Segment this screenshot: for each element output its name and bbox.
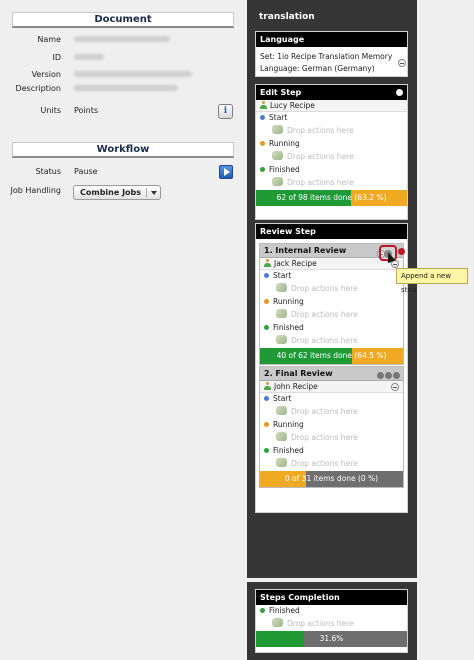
id-value-blurred [74,54,104,60]
name-value-blurred [74,36,170,42]
workflow-header: Workflow [12,142,234,158]
review-step-header: Review Step [256,224,407,239]
internal-running-row: Running [260,296,403,308]
translation-title: translation [259,12,315,22]
final-finished-row: Finished [260,445,403,457]
running-status-icon [264,299,269,304]
internal-review-substep: 1. Internal Review Jack Recipe Start Dro… [259,243,404,365]
running-status-icon [260,141,265,146]
drop-hand-icon [272,151,283,160]
tm-set-line: Set: 1io Recipe Translation Memory [260,52,393,61]
drop-hand-icon [276,458,287,467]
steps-completion-block: Steps Completion Finished Drop actions h… [255,589,408,653]
steps-completion-progress: 31.6% [256,631,407,647]
chevron-down-icon [151,191,157,195]
running-status-icon [264,422,269,427]
chevron-down-icon[interactable] [398,248,405,255]
panel-separator [247,578,417,582]
edit-start-drop-zone[interactable]: Drop actions here [256,124,407,138]
final-start-drop-zone[interactable]: Drop actions here [260,405,403,419]
drop-hand-icon [276,335,287,344]
language-remove-icon[interactable] [398,59,406,67]
edit-step-block: Edit Step Lucy Recipe Start Drop actions… [255,84,408,220]
finished-status-icon [264,325,269,330]
language-block: Language Set: 1io Recipe Translation Mem… [255,31,408,77]
description-value-blurred [74,85,178,91]
drop-hand-icon [276,406,287,415]
finished-status-icon [264,448,269,453]
edit-running-row: Running [256,138,407,150]
edit-finished-row: Finished [256,164,407,176]
internal-finished-drop-zone[interactable]: Drop actions here [260,334,403,348]
finished-status-icon [260,167,265,172]
version-label: Version [31,70,61,79]
job-handling-value: Combine Jobs [80,188,142,197]
internal-review-progress: 40 of 62 items done (64.5 %) [260,348,403,364]
drop-hand-icon [276,309,287,318]
document-header: Document [12,12,234,28]
edit-step-user-row: Lucy Recipe [256,100,407,112]
info-button[interactable]: i [218,104,233,119]
edit-finished-drop-zone[interactable]: Drop actions here [256,176,407,190]
units-value: Points [74,106,99,115]
internal-running-drop-zone[interactable]: Drop actions here [260,308,403,322]
final-user-row: John Recipe [260,381,403,393]
job-handling-select[interactable]: Combine Jobs [73,185,161,200]
append-step-icon[interactable] [385,372,392,379]
play-button[interactable] [219,165,233,179]
name-label: Name [37,35,61,44]
finished-status-icon [260,608,265,613]
version-value-blurred [74,71,192,77]
drop-hand-icon [272,618,283,627]
start-status-icon [264,273,269,278]
description-label: Description [15,84,61,93]
status-value: Pause [74,167,98,176]
add-step-icon[interactable] [396,89,403,96]
language-header: Language [256,32,407,47]
final-review-progress: 0 of 31 items done (0 %) [260,471,403,487]
internal-start-row: Start [260,270,403,282]
edit-start-row: Start [256,112,407,124]
id-label: ID [52,53,61,62]
edit-step-progress: 62 of 98 items done (63.2 %) [256,190,407,206]
steps-completion-header: Steps Completion [256,590,407,605]
user-icon [260,101,267,109]
append-step-tooltip: Append a new step [396,268,468,294]
final-running-drop-zone[interactable]: Drop actions here [260,431,403,445]
chevron-down-icon[interactable] [393,372,400,379]
status-label: Status [35,167,62,176]
start-status-icon [260,115,265,120]
internal-start-drop-zone[interactable]: Drop actions here [260,282,403,296]
translation-panel: translation Language Set: 1io Recipe Tra… [247,0,417,660]
job-handling-label: Job Handling [10,186,61,195]
final-running-row: Running [260,419,403,431]
units-label: Units [40,106,61,115]
remove-user-icon[interactable] [391,383,399,391]
drop-hand-icon [276,432,287,441]
user-icon [264,259,271,267]
drop-hand-icon [272,177,283,186]
final-finished-drop-zone[interactable]: Drop actions here [260,457,403,471]
review-step-block: Review Step 1. Internal Review Jack Reci… [255,223,408,513]
user-icon [264,382,271,390]
completion-finished-row: Finished [256,605,407,617]
drop-hand-icon [276,283,287,292]
edit-running-drop-zone[interactable]: Drop actions here [256,150,407,164]
start-status-icon [264,396,269,401]
final-start-row: Start [260,393,403,405]
completion-drop-zone[interactable]: Drop actions here [256,617,407,631]
document-panel: Document Name ID Version Description Uni… [0,0,247,660]
final-review-substep: 2. Final Review John Recipe Start Drop a… [259,366,404,488]
edit-step-header: Edit Step [256,85,407,100]
progress-fill-done [256,631,304,647]
language-line: Language: German (Germany) [260,64,375,73]
move-up-icon[interactable] [377,372,384,379]
final-review-title: 2. Final Review [260,367,403,381]
drop-hand-icon [272,125,283,134]
internal-finished-row: Finished [260,322,403,334]
